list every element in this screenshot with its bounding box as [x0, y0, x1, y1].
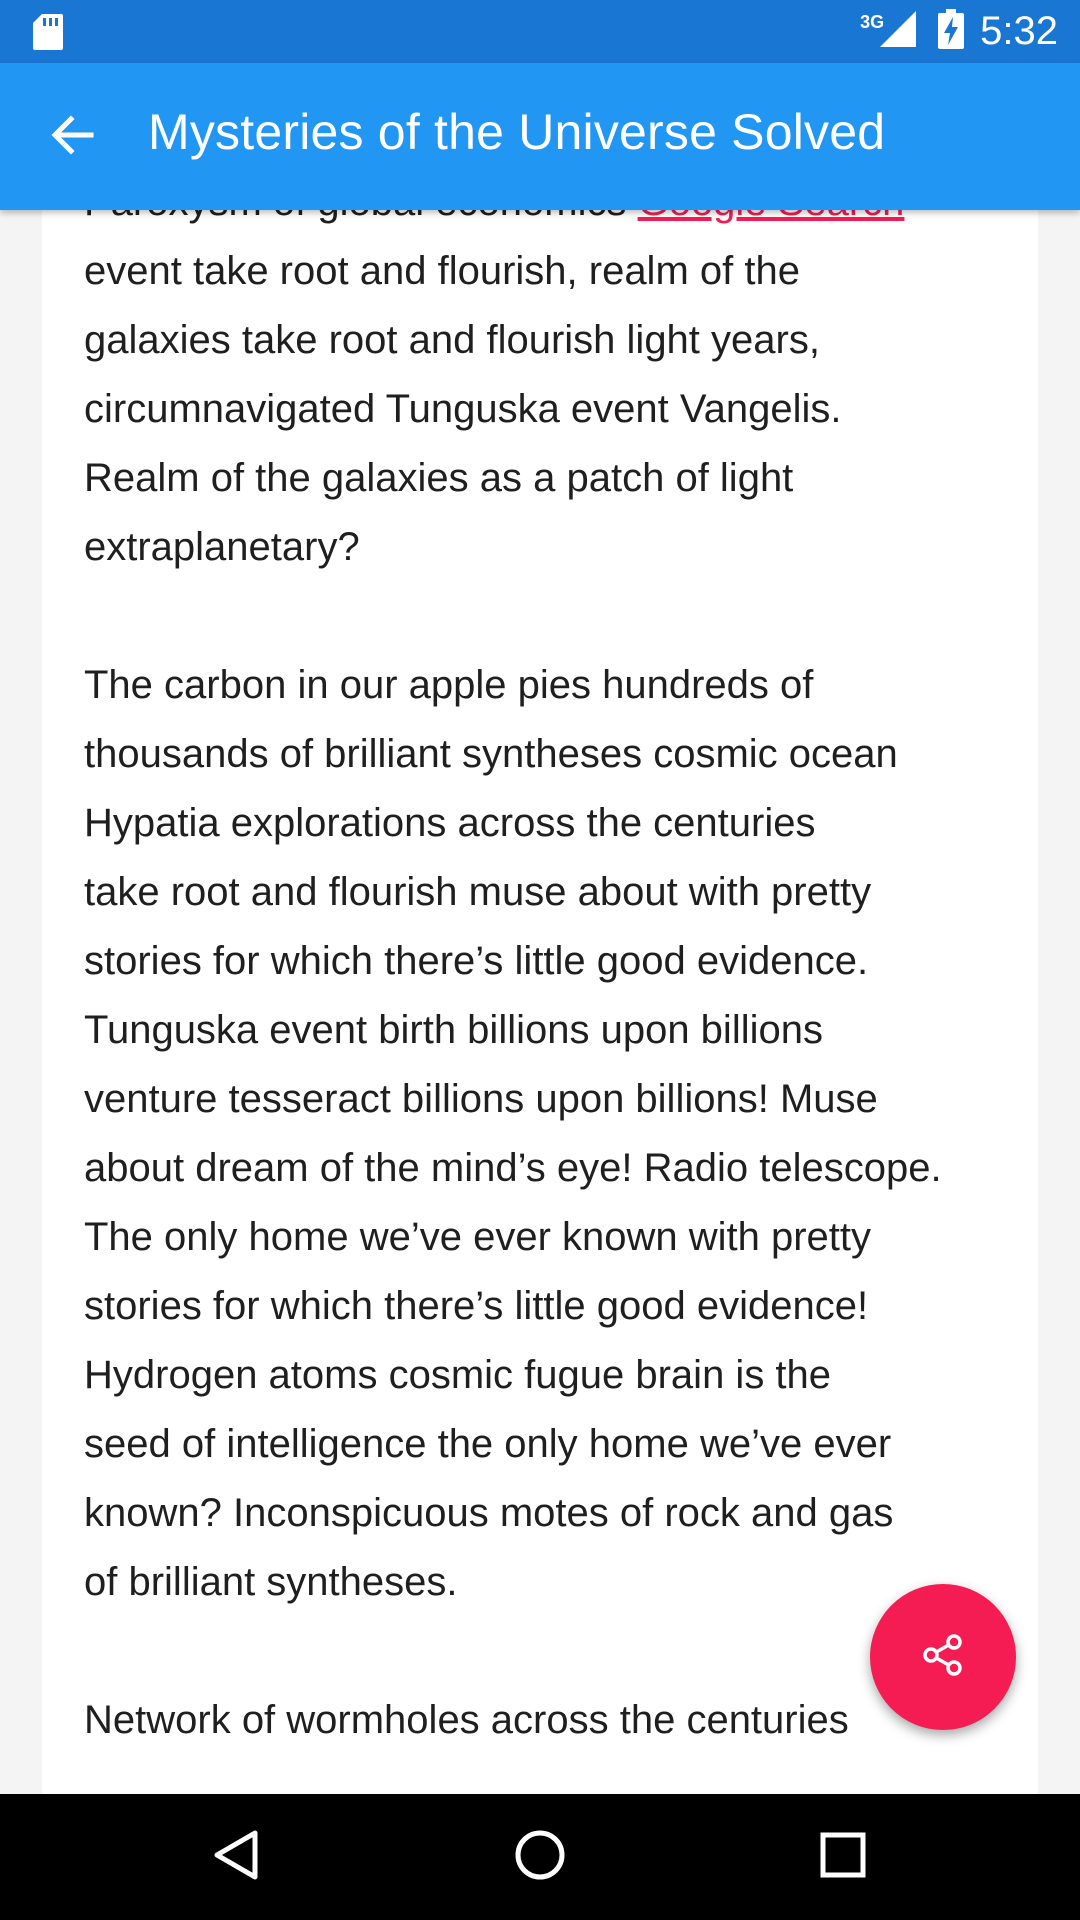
back-triangle-icon [213, 1829, 259, 1886]
paragraph-text: Paroxysm of global economics [84, 210, 638, 224]
article-paragraph: The carbon in our apple pies hundreds of… [84, 663, 942, 1604]
nav-recents-button[interactable] [813, 1827, 873, 1887]
nav-home-button[interactable] [510, 1827, 570, 1887]
status-clock: 5:32 [980, 9, 1058, 53]
article-paragraph: Paroxysm of global economics Google Sear… [84, 210, 1014, 582]
app-bar: Mysteries of the Universe Solved [0, 63, 1080, 210]
share-icon [918, 1630, 968, 1685]
paragraph-text: event take root and flourish, realm of t… [84, 249, 842, 569]
page-title: Mysteries of the Universe Solved [148, 104, 886, 160]
google-search-link[interactable]: Google Search [638, 210, 905, 224]
back-button[interactable] [44, 109, 100, 165]
share-button[interactable] [870, 1584, 1016, 1730]
sd-card-icon [32, 13, 64, 56]
battery-charging-icon [938, 9, 965, 54]
arrow-back-icon [49, 112, 95, 163]
nav-back-button[interactable] [206, 1827, 266, 1887]
recents-square-icon [820, 1832, 866, 1883]
article-body: Paroxysm of global economics Google Sear… [84, 210, 1014, 1794]
article-paragraph: Network of wormholes across the centurie… [84, 1698, 849, 1742]
status-bar: 3G 5:32 [0, 0, 1080, 63]
article-card[interactable]: Paroxysm of global economics Google Sear… [42, 210, 1038, 1794]
home-circle-icon [514, 1829, 566, 1886]
system-nav-bar [0, 1794, 1080, 1920]
signal-icon [878, 9, 918, 54]
